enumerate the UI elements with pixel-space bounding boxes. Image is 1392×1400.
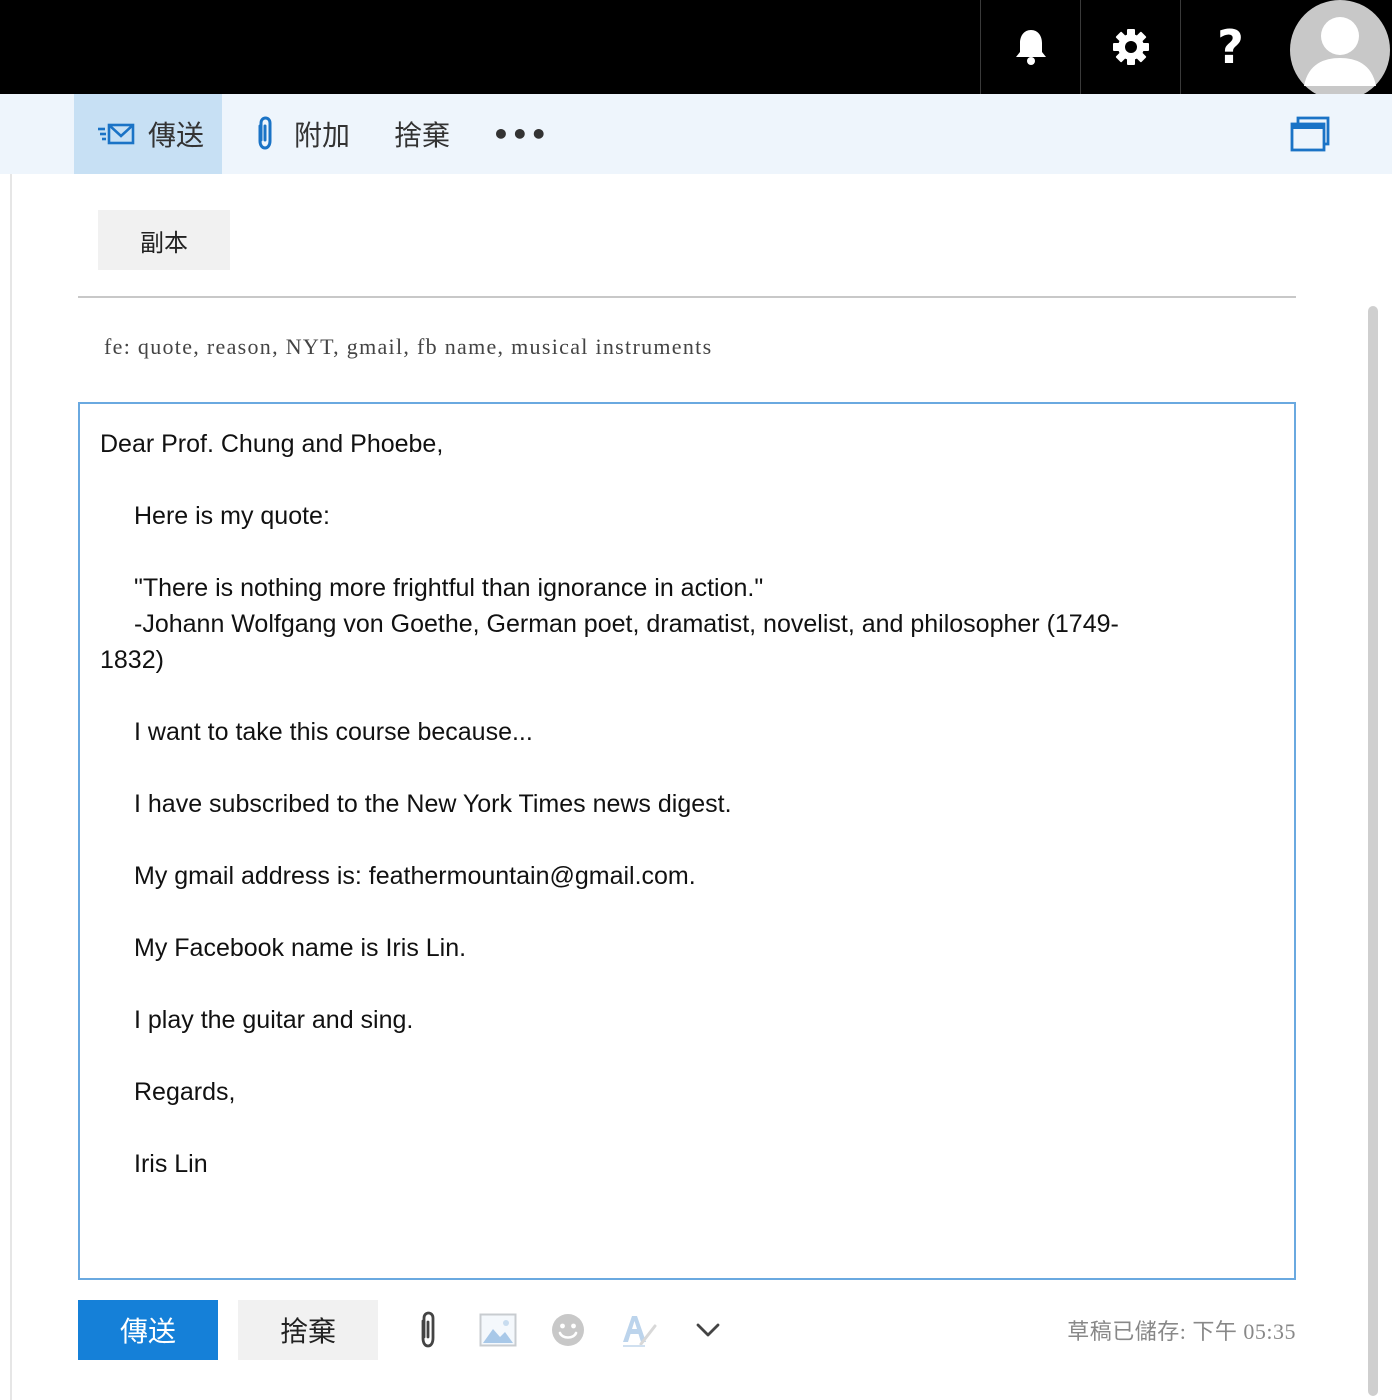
more-formatting-button[interactable]	[686, 1308, 730, 1352]
command-bar: 傳送 附加 捨棄 •••	[0, 94, 1392, 174]
body-signature: Iris Lin	[134, 1150, 208, 1178]
body-blank-line	[100, 534, 1274, 570]
discard-button[interactable]: 捨棄	[394, 94, 450, 174]
paperclip-icon	[258, 116, 272, 150]
avatar[interactable]	[1290, 0, 1390, 94]
subject-text: fe: quote, reason, NYT, gmail, fb name, …	[104, 334, 713, 359]
send-label: 傳送	[148, 119, 205, 152]
cc-button[interactable]: 副本	[98, 210, 230, 270]
discard-label: 捨棄	[394, 119, 451, 152]
bell-icon	[1015, 30, 1046, 65]
send-button[interactable]: 傳送	[74, 94, 222, 174]
user-avatar-icon	[1290, 0, 1390, 94]
help-button[interactable]: ?	[1180, 0, 1280, 94]
body-blank-line	[100, 462, 1274, 498]
draft-saved-status: 草稿已儲存: 下午 05:35	[1067, 1319, 1296, 1344]
emoji-icon	[552, 1314, 584, 1346]
send-button-bottom[interactable]: 傳送	[78, 1300, 218, 1360]
body-blank-line	[100, 678, 1274, 714]
compose-left-border	[10, 174, 12, 1400]
insert-emoji-button[interactable]	[546, 1308, 590, 1352]
paperclip-icon	[421, 1311, 435, 1348]
body-greeting: Dear Prof. Chung and Phoebe,	[100, 430, 444, 458]
top-header: ?	[0, 0, 1392, 94]
body-music: I play the guitar and sing.	[134, 1006, 414, 1034]
send-label-bottom: 傳送	[119, 1315, 176, 1348]
send-mail-icon	[98, 123, 135, 145]
body-blank-line	[100, 1110, 1274, 1146]
body-blank-line	[100, 822, 1274, 858]
text-format-icon	[623, 1316, 657, 1347]
body-blank-line	[100, 894, 1274, 930]
more-options-button[interactable]: •••	[492, 94, 549, 174]
pop-out-icon	[1290, 116, 1330, 152]
attach-button[interactable]: 附加	[252, 94, 350, 174]
gear-icon	[1112, 29, 1149, 65]
image-icon	[479, 1313, 517, 1347]
cc-label: 副本	[140, 228, 188, 257]
discard-button-bottom[interactable]: 捨棄	[238, 1300, 378, 1360]
recipient-divider	[78, 296, 1296, 298]
body-gmail: My gmail address is: feathermountain@gma…	[134, 862, 696, 890]
attach-label: 附加	[294, 119, 351, 152]
format-text-button[interactable]	[616, 1308, 660, 1352]
body-reason: I want to take this course because...	[134, 718, 533, 746]
discard-label-bottom: 捨棄	[279, 1315, 336, 1348]
chevron-down-icon	[696, 1323, 720, 1337]
body-quote-intro: Here is my quote:	[134, 502, 330, 530]
insert-picture-button[interactable]	[476, 1308, 520, 1352]
body-nyt: I have subscribed to the New York Times …	[134, 790, 732, 818]
body-facebook: My Facebook name is Iris Lin.	[134, 934, 467, 962]
body-blank-line	[100, 966, 1274, 1002]
notifications-button[interactable]	[980, 0, 1080, 94]
pop-out-button[interactable]	[1290, 94, 1330, 174]
body-closing: Regards,	[134, 1078, 236, 1106]
body-quote: "There is nothing more frightful than ig…	[134, 574, 764, 602]
body-quote-attribution: -Johann Wolfgang von Goethe, German poet…	[134, 610, 1119, 638]
message-body-editor[interactable]: Dear Prof. Chung and Phoebe, Here is my …	[78, 402, 1296, 1280]
help-icon: ?	[1217, 20, 1244, 74]
more-icon: •••	[492, 117, 549, 151]
body-blank-line	[100, 750, 1274, 786]
subject-input[interactable]: fe: quote, reason, NYT, gmail, fb name, …	[104, 334, 1284, 360]
body-quote-attribution-cont: 1832)	[100, 646, 164, 674]
settings-button[interactable]	[1080, 0, 1180, 94]
insert-attachment-button[interactable]	[406, 1308, 450, 1352]
body-blank-line	[100, 1038, 1274, 1074]
scrollbar-thumb[interactable]	[1368, 306, 1378, 1396]
